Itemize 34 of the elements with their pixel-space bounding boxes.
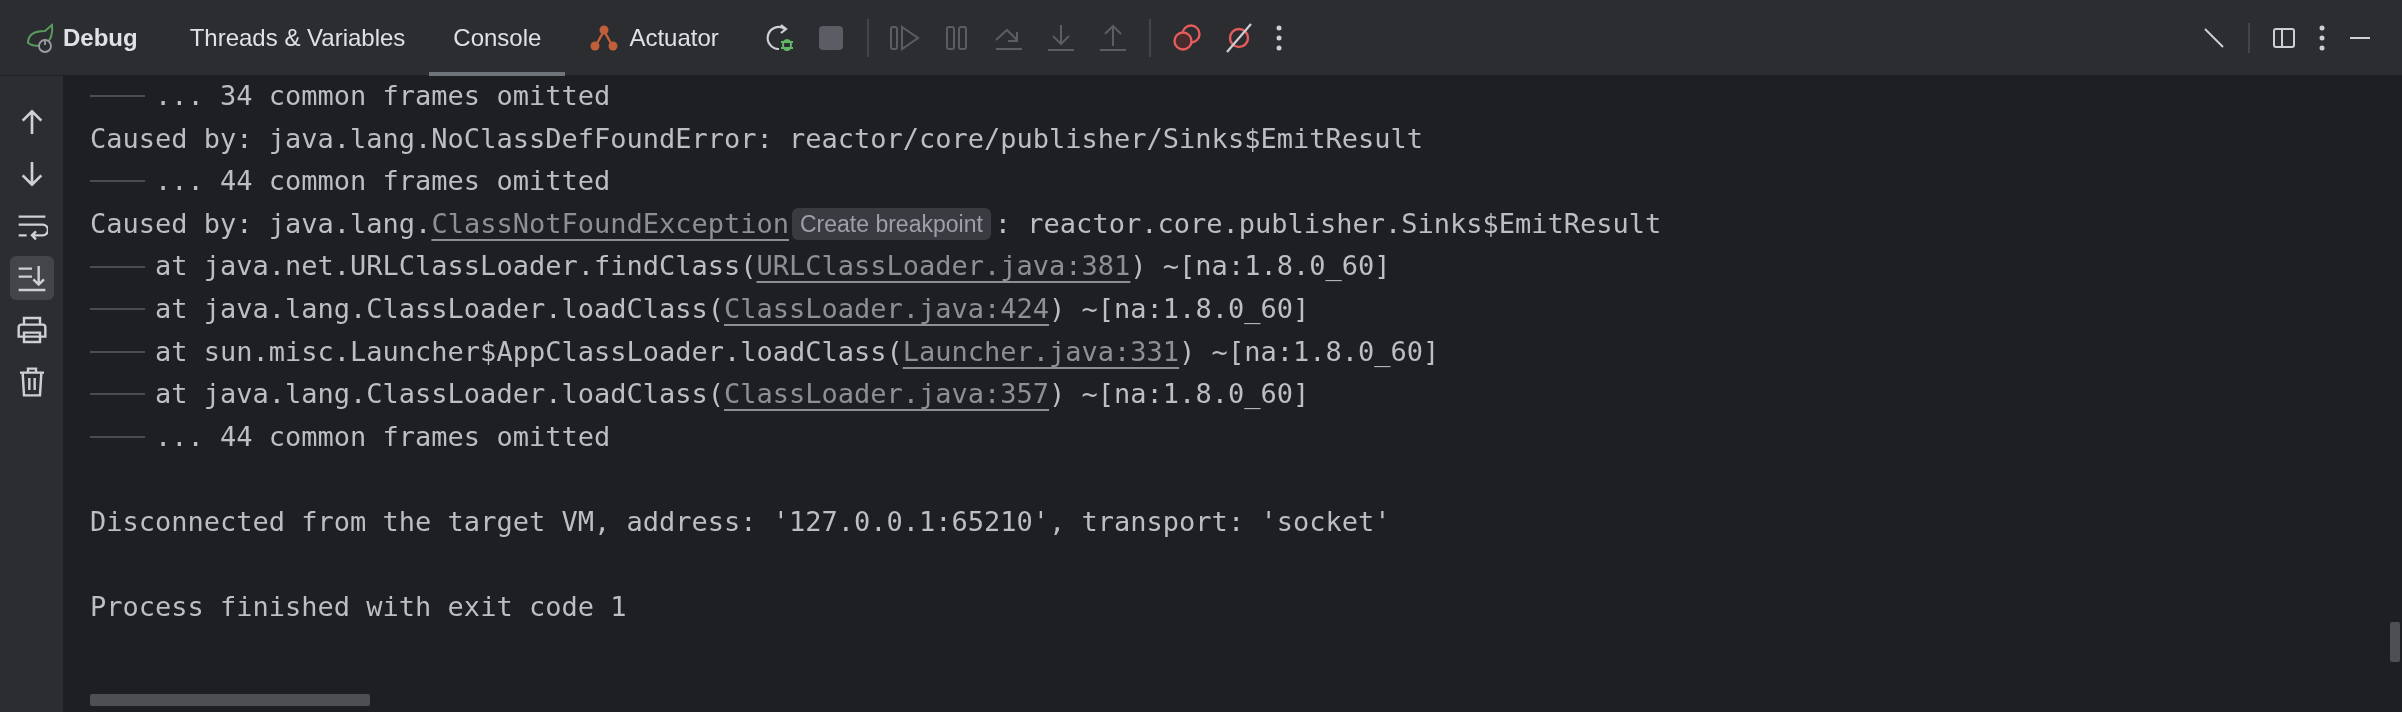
console-text: Disconnected from the target VM, address: '127.0.0.1:65210', transport: 'socket' (90, 504, 1391, 539)
source-link[interactable]: ClassNotFoundException (431, 202, 789, 246)
console-text: : reactor.core.publisher.Sinks$EmitResult (994, 206, 1662, 241)
console-text: at java.lang.ClassLoader.loadClass( (155, 291, 724, 326)
console-text: Caused by: java.lang.NoClassDefFoundError: reactor/core/publisher/Sinks$EmitResult (90, 121, 1423, 156)
console-text: ... 34 common frames omitted (155, 79, 611, 113)
tab[interactable]: Console (429, 0, 566, 76)
console-text: ) ~[na:1.8.0_60] (1049, 291, 1310, 326)
tab[interactable]: Actuator (565, 0, 743, 76)
layout-icon[interactable] (2272, 25, 2296, 50)
print-icon[interactable] (15, 314, 48, 346)
source-link[interactable]: ClassLoader.java:357 (723, 373, 1050, 416)
console-text: ) ~[na:1.8.0_60] (1130, 249, 1391, 284)
console-text: Process finished with exit code 1 (90, 590, 627, 625)
console-text: Caused by: java.lang. (90, 206, 432, 241)
console-text: ... 44 common frames omitted (155, 164, 611, 199)
panel-title: Debug (63, 23, 138, 52)
console-text: ... 44 common frames omitted (155, 419, 611, 454)
console-text: ) ~[na:1.8.0_60] (1049, 377, 1310, 412)
source-link[interactable]: ClassLoader.java:424 (723, 287, 1050, 331)
debug-icon (25, 22, 55, 53)
horizontal-scrollbar[interactable] (90, 694, 370, 706)
source-link[interactable]: URLClassLoader.java:381 (756, 245, 1131, 288)
tab[interactable]: Threads & Variables (165, 0, 430, 76)
vertical-scrollbar[interactable] (2390, 622, 2400, 662)
inlay-hint[interactable]: Create breakpoint (792, 208, 991, 241)
breakpoints-icon[interactable] (1170, 21, 1203, 54)
source-link[interactable]: Launcher.java:331 (902, 330, 1180, 374)
diagonal-line-icon[interactable] (2202, 25, 2226, 50)
console-text: at java.net.URLClassLoader.findClass( (155, 249, 757, 284)
console-text: at java.lang.ClassLoader.loadClass( (155, 377, 724, 412)
scroll-to-end-button[interactable] (9, 256, 54, 300)
console-text: ) ~[na:1.8.0_60] (1179, 334, 1440, 369)
console-text: at sun.misc.Launcher$AppClassLoader.loadClass( (155, 334, 903, 369)
